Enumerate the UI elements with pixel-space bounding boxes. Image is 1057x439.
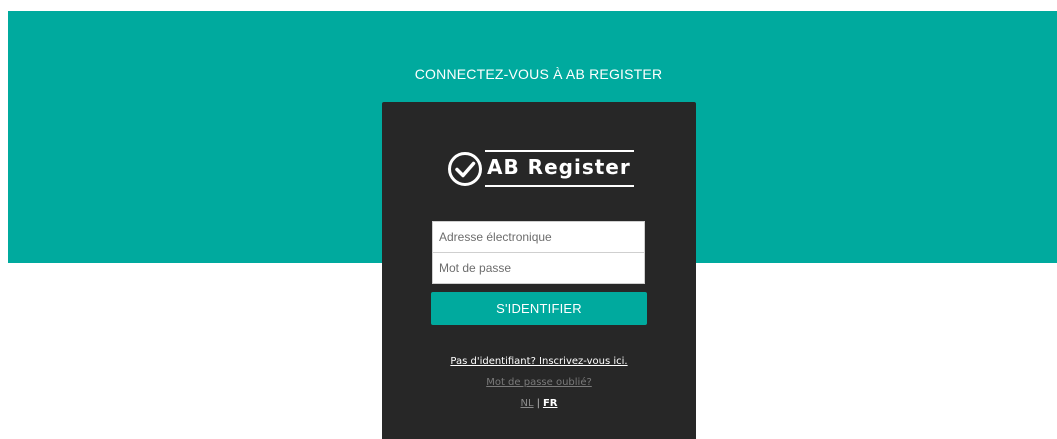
- language-fr-link[interactable]: FR: [543, 398, 558, 409]
- language-switcher: NL | FR: [382, 398, 696, 409]
- login-panel: AB Register S'IDENTIFIER Pas d'identifia…: [382, 102, 696, 439]
- logo-text: AB Register: [487, 155, 631, 179]
- email-field[interactable]: [432, 221, 645, 253]
- login-page: CONNECTEZ-VOUS À AB REGISTER AB Register…: [0, 0, 1057, 439]
- sign-in-button[interactable]: S'IDENTIFIER: [431, 292, 647, 325]
- language-nl-link[interactable]: NL: [521, 398, 534, 409]
- password-field[interactable]: [432, 252, 645, 284]
- logo-top-line: [485, 150, 634, 152]
- logo-bottom-line: [485, 185, 634, 187]
- register-link[interactable]: Pas d'identifiant? Inscrivez-vous ici.: [382, 356, 696, 367]
- forgot-password-link[interactable]: Mot de passe oublié?: [382, 377, 696, 388]
- language-separator: |: [536, 398, 540, 409]
- page-title: CONNECTEZ-VOUS À AB REGISTER: [414, 66, 663, 82]
- logo: AB Register: [447, 147, 637, 189]
- check-circle-icon: [448, 152, 482, 186]
